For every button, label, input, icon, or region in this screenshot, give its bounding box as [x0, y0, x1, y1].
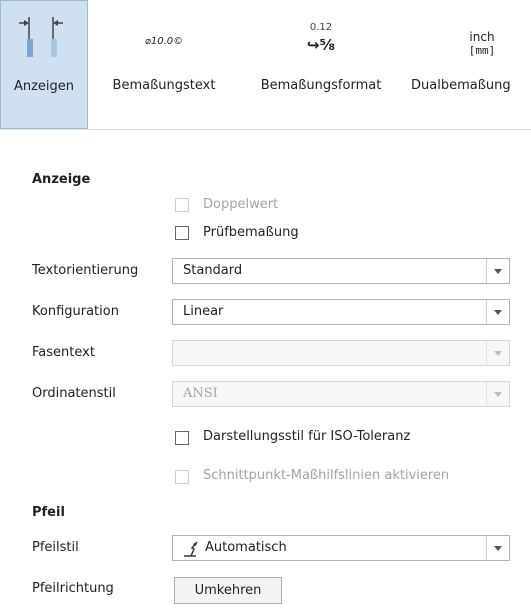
textorientierung-label: Textorientierung — [32, 263, 139, 278]
konfiguration-label: Konfiguration — [32, 304, 119, 319]
bemassungstext-ribbon-button[interactable]: ⌀10.0© Bemaßungstext — [88, 0, 240, 129]
bemassungsformat-ribbon-button[interactable]: 0.12 ↪⁵⁄₈ Bemaßungsformat — [240, 0, 402, 129]
fasentext-select[interactable] — [172, 340, 510, 366]
ordinatenstil-label: Ordinatenstil — [32, 386, 116, 401]
doppelwert-label: Doppelwert — [203, 197, 279, 212]
chevron-down-icon[interactable] — [486, 300, 509, 324]
ribbon-separator — [0, 129, 531, 130]
pruefbemassung-checkbox[interactable] — [175, 226, 189, 240]
pfeilrichtung-label: Pfeilrichtung — [32, 581, 114, 596]
anzeigen-ribbon-button[interactable]: Anzeigen — [0, 0, 88, 129]
pruefbemassung-label: Prüfbemaßung — [203, 225, 299, 240]
dualbemassung-label: Dualbemaßung — [411, 78, 511, 93]
chevron-down-icon[interactable] — [486, 382, 509, 406]
dimension-format-icon-top: 0.12 — [309, 22, 333, 33]
anzeigen-label: Anzeigen — [13, 79, 75, 94]
show-dimension-icon — [1, 9, 87, 63]
pfeilstil-value: Automatisch — [205, 540, 287, 555]
schnittpunkt-label: Schnittpunkt-Maßhilfslinien aktivieren — [203, 468, 450, 483]
iso-toleranz-label: Darstellungsstil für ISO-Toleranz — [203, 429, 411, 444]
ordinatenstil-select[interactable]: ANSI — [172, 381, 510, 407]
chevron-down-icon[interactable] — [486, 341, 509, 365]
iso-toleranz-checkbox[interactable] — [175, 431, 189, 445]
ordinatenstil-value: ANSI — [183, 386, 218, 401]
konfiguration-value: Linear — [183, 304, 224, 319]
pfeilstil-select[interactable]: Automatisch — [172, 535, 510, 561]
anzeige-section-title: Anzeige — [32, 172, 91, 187]
arrow-style-icon — [183, 540, 205, 562]
pfeilstil-label: Pfeilstil — [32, 540, 79, 555]
konfiguration-select[interactable]: Linear — [172, 299, 510, 325]
dual-dimension-icon: [mm] — [468, 44, 496, 57]
pfeil-section-title: Pfeil — [32, 505, 65, 520]
chevron-down-icon[interactable] — [486, 536, 509, 560]
umkehren-button[interactable]: Umkehren — [174, 577, 282, 604]
dimension-text-icon: ⌀10.0© — [144, 36, 184, 47]
schnittpunkt-checkbox[interactable] — [175, 470, 189, 484]
bemassungsformat-label: Bemaßungsformat — [260, 78, 382, 93]
dual-dimension-icon-top: inch — [469, 30, 495, 44]
chevron-down-icon[interactable] — [486, 259, 509, 283]
ribbon: Anzeigen ⌀10.0© Bemaßungstext 0.12 ↪⁵⁄₈ … — [0, 0, 531, 129]
fasentext-label: Fasentext — [32, 345, 95, 360]
dualbemassung-ribbon-button[interactable]: inch [mm] Dualbemaßung — [402, 0, 531, 129]
dimension-format-icon: ↪⁵⁄₈ — [306, 36, 336, 54]
doppelwert-checkbox[interactable] — [175, 198, 189, 212]
textorientierung-select[interactable]: Standard — [172, 258, 510, 284]
bemassungstext-label: Bemaßungstext — [112, 78, 216, 93]
textorientierung-value: Standard — [183, 263, 243, 278]
